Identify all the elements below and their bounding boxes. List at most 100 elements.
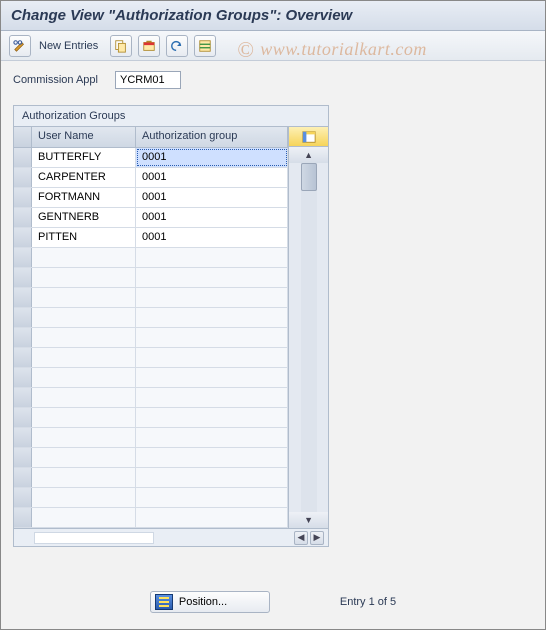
cell-auth[interactable] (136, 328, 288, 347)
cell-user[interactable]: PITTEN (32, 228, 136, 247)
cell-user[interactable] (32, 268, 136, 287)
cell-user[interactable] (32, 428, 136, 447)
authorization-groups-panel: Authorization Groups User Name Authoriza… (13, 105, 329, 547)
row-handle[interactable] (14, 148, 32, 167)
row-handle[interactable] (14, 448, 32, 467)
cell-user[interactable] (32, 508, 136, 527)
table-row-empty (14, 468, 288, 488)
table-row-empty (14, 348, 288, 368)
scroll-up-button[interactable]: ▲ (289, 147, 328, 163)
table-row-empty (14, 268, 288, 288)
cell-user[interactable] (32, 248, 136, 267)
cell-auth[interactable] (136, 508, 288, 527)
new-entries-button[interactable]: New Entries (37, 40, 104, 52)
cell-auth[interactable] (136, 308, 288, 327)
cell-auth[interactable] (136, 428, 288, 447)
scroll-left-button[interactable]: ◀ (294, 531, 308, 545)
table-row: FORTMANN0001 (14, 188, 288, 208)
cell-auth[interactable] (136, 288, 288, 307)
row-handle[interactable] (14, 228, 32, 247)
row-handle[interactable] (14, 208, 32, 227)
cell-user[interactable] (32, 308, 136, 327)
toggle-display-change-button[interactable] (9, 35, 31, 57)
cell-auth[interactable]: 0001 (136, 148, 288, 167)
row-handle[interactable] (14, 248, 32, 267)
cell-auth[interactable] (136, 408, 288, 427)
position-label: Position... (179, 596, 227, 608)
row-handle[interactable] (14, 508, 32, 527)
row-handle[interactable] (14, 348, 32, 367)
grid: User Name Authorization group BUTTERFLY0… (14, 126, 288, 528)
cell-auth[interactable] (136, 488, 288, 507)
table-row-empty (14, 388, 288, 408)
grid-right-gutter: ▲ ▼ (288, 126, 328, 528)
position-button[interactable]: Position... (150, 591, 270, 613)
cell-auth[interactable]: 0001 (136, 228, 288, 247)
row-handle[interactable] (14, 368, 32, 387)
commission-appl-label: Commission Appl (13, 74, 105, 86)
table-row-empty (14, 328, 288, 348)
cell-user[interactable] (32, 468, 136, 487)
cell-user[interactable]: CARPENTER (32, 168, 136, 187)
delete-icon (142, 39, 156, 53)
cell-user[interactable] (32, 408, 136, 427)
row-handle[interactable] (14, 488, 32, 507)
row-handle[interactable] (14, 288, 32, 307)
cell-auth[interactable] (136, 268, 288, 287)
cell-user[interactable]: FORTMANN (32, 188, 136, 207)
cell-auth[interactable] (136, 348, 288, 367)
row-handle-header[interactable] (14, 127, 32, 147)
row-handle[interactable] (14, 328, 32, 347)
select-all-button[interactable] (194, 35, 216, 57)
row-handle[interactable] (14, 468, 32, 487)
delete-button[interactable] (138, 35, 160, 57)
panel-title: Authorization Groups (14, 106, 328, 126)
cell-auth[interactable] (136, 368, 288, 387)
commission-appl-input[interactable] (115, 71, 181, 89)
scroll-thumb[interactable] (301, 163, 317, 191)
table-row: BUTTERFLY0001 (14, 148, 288, 168)
copy-as-button[interactable] (110, 35, 132, 57)
undo-icon (170, 39, 184, 53)
cell-user[interactable] (32, 348, 136, 367)
row-handle[interactable] (14, 168, 32, 187)
cell-user[interactable] (32, 448, 136, 467)
grid-header: User Name Authorization group (14, 127, 288, 148)
table-row-empty (14, 408, 288, 428)
table-row-empty (14, 368, 288, 388)
cell-user[interactable]: GENTNERB (32, 208, 136, 227)
cell-user[interactable] (32, 388, 136, 407)
position-icon (155, 594, 173, 610)
scroll-track[interactable] (301, 163, 317, 512)
cell-auth[interactable] (136, 448, 288, 467)
cell-auth[interactable]: 0001 (136, 188, 288, 207)
undo-button[interactable] (166, 35, 188, 57)
table-row: GENTNERB0001 (14, 208, 288, 228)
cell-user[interactable]: BUTTERFLY (32, 148, 136, 167)
cell-user[interactable] (32, 488, 136, 507)
cell-user[interactable] (32, 288, 136, 307)
table-settings-button[interactable] (289, 127, 328, 147)
cell-auth[interactable] (136, 388, 288, 407)
cell-auth[interactable]: 0001 (136, 168, 288, 187)
row-handle[interactable] (14, 308, 32, 327)
vertical-scrollbar[interactable]: ▲ ▼ (289, 147, 328, 528)
cell-user[interactable] (32, 368, 136, 387)
row-handle[interactable] (14, 428, 32, 447)
column-header-auth[interactable]: Authorization group (136, 127, 288, 147)
row-handle[interactable] (14, 408, 32, 427)
row-handle[interactable] (14, 268, 32, 287)
row-handle[interactable] (14, 188, 32, 207)
table-settings-icon (302, 130, 316, 144)
column-header-user[interactable]: User Name (32, 127, 136, 147)
scroll-right-button[interactable]: ▶ (310, 531, 324, 545)
horizontal-scroll-row: ◀ ▶ (14, 528, 328, 546)
row-handle[interactable] (14, 388, 32, 407)
entry-counter: Entry 1 of 5 (340, 596, 396, 608)
cell-auth[interactable] (136, 248, 288, 267)
cell-user[interactable] (32, 328, 136, 347)
scroll-down-button[interactable]: ▼ (289, 512, 328, 528)
cell-auth[interactable]: 0001 (136, 208, 288, 227)
glasses-pencil-icon (13, 39, 27, 53)
cell-auth[interactable] (136, 468, 288, 487)
